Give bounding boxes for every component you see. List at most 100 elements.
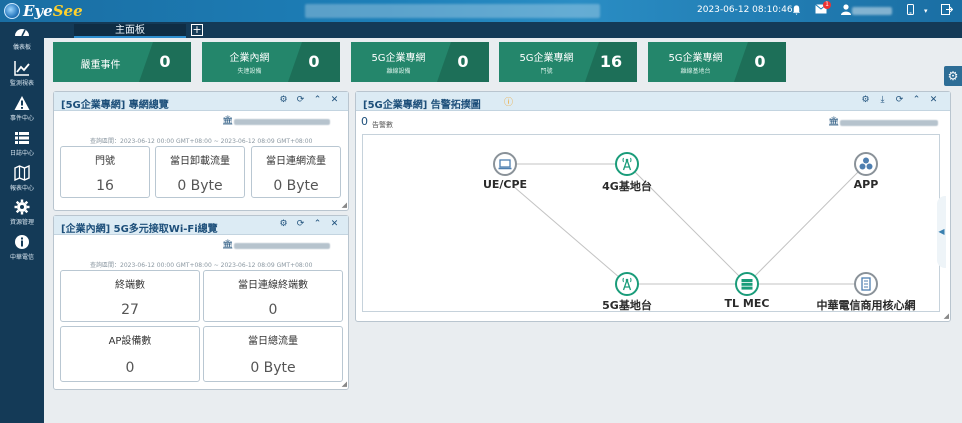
blurred-org-name bbox=[234, 119, 330, 125]
resize-handle[interactable]: ◢ bbox=[342, 201, 347, 209]
close-icon[interactable]: ✕ bbox=[329, 95, 340, 105]
bank-icon: 🏛 bbox=[222, 240, 234, 250]
settings-icon[interactable]: ⚙ bbox=[278, 219, 289, 229]
sidebar-item-label: 監測視表 bbox=[9, 80, 34, 87]
info-circle-icon[interactable]: ⓘ bbox=[503, 95, 514, 108]
mobile-icon[interactable] bbox=[907, 4, 914, 19]
brand-part-2: See bbox=[52, 2, 83, 20]
download-icon[interactable]: ⤓ bbox=[877, 95, 888, 105]
query-range: 查詢區間：2023-06-12 00:00 GMT+08:00 ~ 2023-0… bbox=[90, 138, 313, 145]
sidebar-item-cht[interactable]: 中華電信 bbox=[0, 234, 44, 270]
stat-card-ap-devices[interactable]: AP設備數 0 bbox=[60, 326, 200, 382]
stat-label: 終端數 bbox=[115, 280, 145, 291]
node-label-4g-station: 4G基地台 bbox=[602, 180, 652, 193]
collapse-icon[interactable]: ⌃ bbox=[312, 219, 323, 229]
resize-handle[interactable]: ◢ bbox=[944, 312, 949, 320]
info-icon bbox=[15, 235, 29, 249]
resize-handle[interactable]: ◢ bbox=[342, 380, 347, 388]
expand-panel-tab[interactable]: ◀ bbox=[937, 196, 946, 268]
panel-5g-overview: [5G企業專網] 專網總覽 ⚙ ⟳ ⌃ ✕ 🏛 查詢區間：2023-06-12 … bbox=[53, 91, 349, 211]
query-range: 查詢區間：2023-06-12 00:00 GMT+08:00 ~ 2023-0… bbox=[90, 262, 313, 269]
sidebar-item-logs[interactable]: 日誌中心 bbox=[0, 130, 44, 166]
chevron-down-icon[interactable]: ▾ bbox=[924, 4, 928, 18]
antenna-icon bbox=[615, 272, 639, 296]
node-cht-core[interactable] bbox=[854, 272, 878, 300]
topology-canvas[interactable]: UE/CPE 4G基地台 APP 5G基地台 TL MEC 中華電信商用核心網 bbox=[362, 134, 940, 312]
stat-label: AP設備數 bbox=[108, 336, 152, 347]
stat-value: 27 bbox=[121, 302, 139, 318]
app-logo[interactable]: EyeSee bbox=[4, 2, 83, 20]
stat-value: 0 Byte bbox=[273, 178, 319, 194]
app-cluster-icon bbox=[854, 152, 878, 176]
laptop-icon bbox=[493, 152, 517, 176]
panel-title: [企業內網] 5G多元接取Wi-Fi總覽 bbox=[61, 224, 218, 235]
sidebar-item-label: 資源管理 bbox=[9, 219, 34, 226]
server-icon bbox=[735, 272, 759, 296]
sidebar-item-events[interactable]: 事件中心 bbox=[0, 95, 44, 131]
stat-value: 16 bbox=[96, 178, 114, 194]
blurred-org-name bbox=[840, 120, 938, 126]
refresh-icon[interactable]: ⟳ bbox=[295, 95, 306, 105]
node-app[interactable] bbox=[854, 152, 878, 180]
node-ue-cpe[interactable] bbox=[493, 152, 517, 180]
tab-main-panel[interactable]: 主面板 bbox=[74, 24, 186, 38]
stat-card-network-traffic[interactable]: 當日連網流量 0 Byte bbox=[251, 146, 341, 198]
sidebar-item-monitoring[interactable]: 監測視表 bbox=[0, 60, 44, 96]
settings-gear-icon[interactable]: ⚙ bbox=[944, 66, 962, 86]
kpi-tile-5g-numbers[interactable]: 5G企業專網 門號 16 bbox=[499, 42, 637, 82]
panel-title: [5G企業專網] 告警拓撲圖 bbox=[363, 100, 481, 111]
add-tab-button[interactable]: + bbox=[191, 24, 203, 36]
stat-card-connected-terminals[interactable]: 當日連線終端數 0 bbox=[203, 270, 343, 322]
panel-header: [5G企業專網] 告警拓撲圖 ⓘ ⚙ ⤓ ⟳ ⌃ ✕ bbox=[356, 92, 950, 111]
tile-subtitle: 失連設備 bbox=[237, 68, 262, 75]
user-name-blurred[interactable] bbox=[852, 7, 892, 15]
panel-title: [5G企業專網] 專網總覽 bbox=[61, 100, 169, 111]
tile-title: 嚴重事件 bbox=[80, 60, 121, 71]
sidebar-item-dashboard[interactable]: 儀表板 bbox=[0, 24, 44, 60]
blurred-org-name bbox=[234, 243, 330, 249]
sidebar-item-reports[interactable]: 報表中心 bbox=[0, 165, 44, 201]
tile-value: 0 bbox=[288, 42, 340, 82]
tile-subtitle: 門號 bbox=[540, 68, 553, 75]
kpi-tile-critical-events[interactable]: 嚴重事件 0 bbox=[53, 42, 191, 82]
kpi-tile-5g-offline-stations[interactable]: 5G企業專網 離線基地台 0 bbox=[648, 42, 786, 82]
kpi-tile-intranet-disconnected[interactable]: 企業內網 失連設備 0 bbox=[202, 42, 340, 82]
globe-logo-icon bbox=[4, 3, 20, 19]
refresh-icon[interactable]: ⟳ bbox=[894, 95, 905, 105]
node-5g-station[interactable] bbox=[615, 272, 639, 300]
close-icon[interactable]: ✕ bbox=[329, 219, 340, 229]
tile-value: 0 bbox=[139, 42, 191, 82]
kpi-tile-5g-offline-devices[interactable]: 5G企業專網 離線設備 0 bbox=[351, 42, 489, 82]
settings-icon[interactable]: ⚙ bbox=[278, 95, 289, 105]
bell-icon[interactable] bbox=[791, 4, 802, 20]
antenna-icon bbox=[615, 152, 639, 176]
node-tl-mec[interactable] bbox=[735, 272, 759, 300]
stat-label: 當日連網流量 bbox=[266, 156, 326, 167]
collapse-icon[interactable]: ⌃ bbox=[911, 95, 922, 105]
blurred-banner bbox=[305, 4, 600, 18]
stat-label: 當日連線終端數 bbox=[238, 280, 308, 291]
stat-value: 0 Byte bbox=[250, 360, 296, 376]
node-4g-station[interactable] bbox=[615, 152, 639, 180]
chart-line-icon bbox=[14, 61, 30, 76]
panel-wifi-overview: [企業內網] 5G多元接取Wi-Fi總覽 ⚙ ⟳ ⌃ ✕ 🏛 查詢區間：2023… bbox=[53, 215, 349, 390]
collapse-icon[interactable]: ⌃ bbox=[312, 95, 323, 105]
close-icon[interactable]: ✕ bbox=[928, 95, 939, 105]
stat-card-offload-traffic[interactable]: 當日卸載流量 0 Byte bbox=[155, 146, 245, 198]
stat-card-terminals[interactable]: 終端數 27 bbox=[60, 270, 200, 322]
stat-value: 0 bbox=[268, 302, 278, 318]
list-icon bbox=[15, 132, 29, 144]
sidebar: 儀表板 監測視表 事件中心 日誌中心 報表中心 資源管理 中華電信 bbox=[0, 22, 44, 423]
settings-icon[interactable]: ⚙ bbox=[860, 95, 871, 105]
stat-card-numbers[interactable]: 門號 16 bbox=[60, 146, 150, 198]
export-icon[interactable] bbox=[941, 4, 954, 19]
current-datetime: 2023-06-12 08:10:46 bbox=[697, 5, 793, 15]
stat-card-total-traffic[interactable]: 當日總流量 0 Byte bbox=[203, 326, 343, 382]
refresh-icon[interactable]: ⟳ bbox=[295, 219, 306, 229]
user-icon[interactable] bbox=[841, 4, 851, 19]
sidebar-item-resources[interactable]: 資源管理 bbox=[0, 199, 44, 235]
sidebar-item-label: 報表中心 bbox=[9, 185, 34, 192]
node-label-cht-core: 中華電信商用核心網 bbox=[816, 299, 916, 312]
stat-label: 當日總流量 bbox=[248, 336, 298, 347]
stat-label: 當日卸載流量 bbox=[170, 156, 230, 167]
